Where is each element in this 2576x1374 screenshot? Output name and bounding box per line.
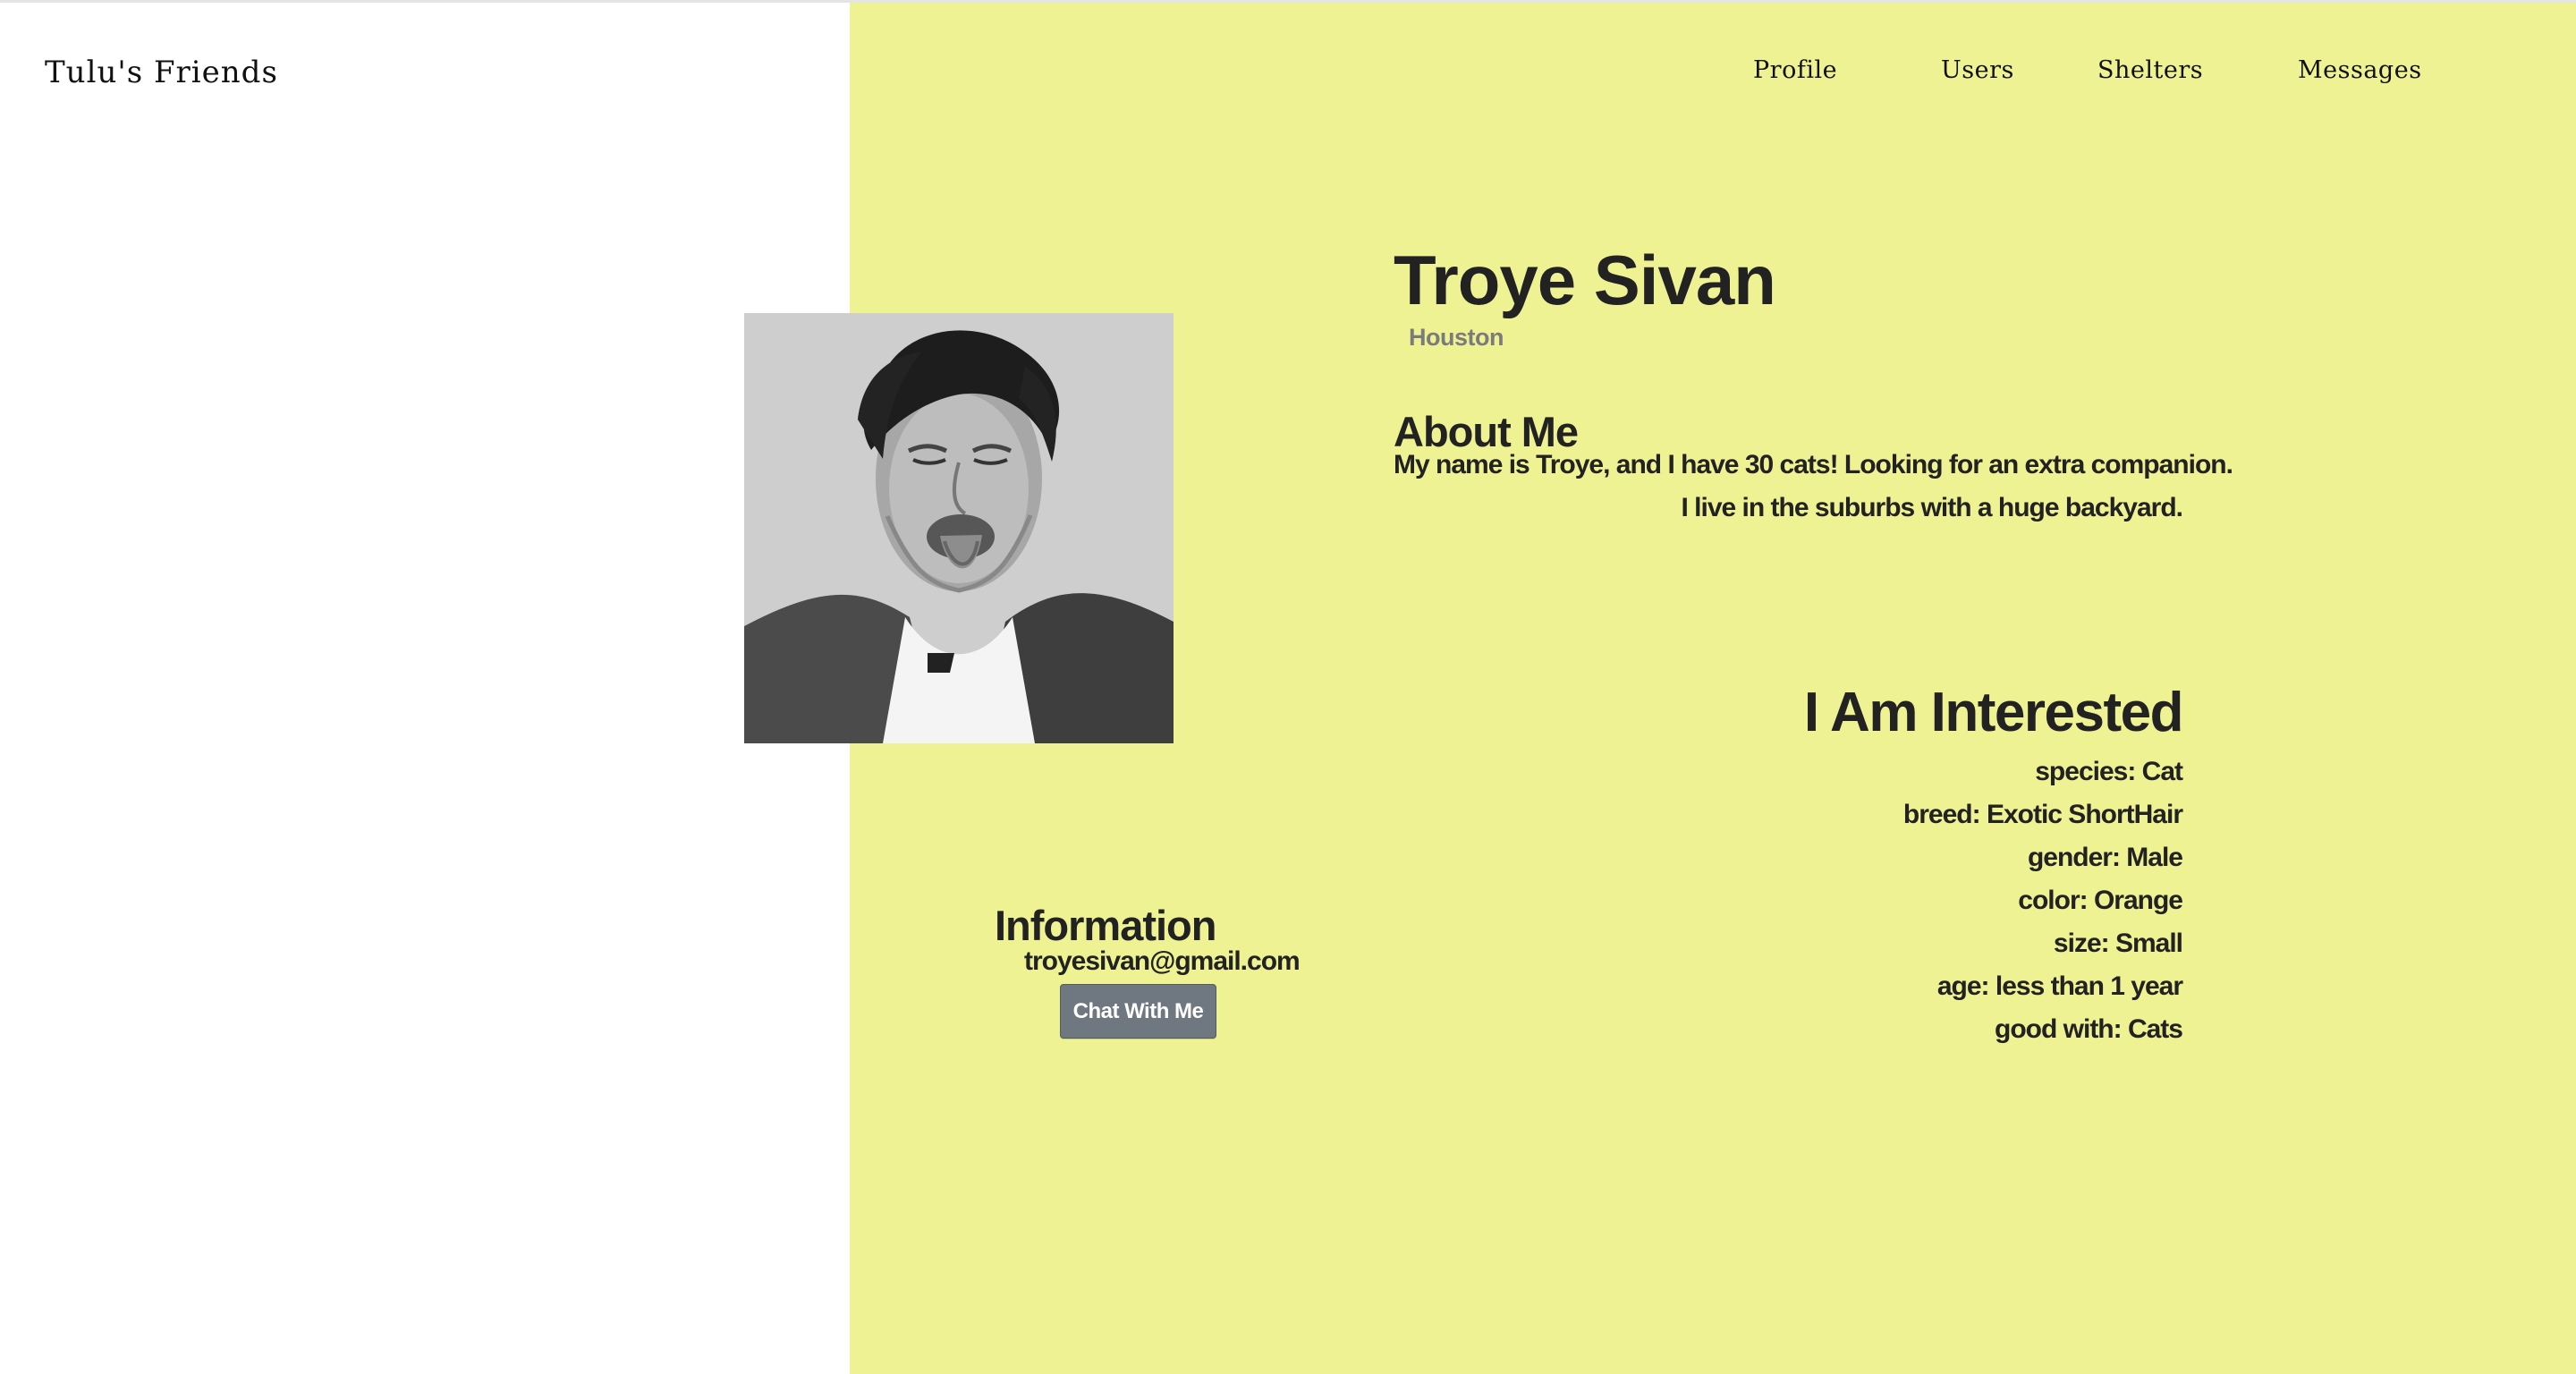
interest-item: gender: Male	[2027, 843, 2183, 872]
information-section: Information troyesivan@gmail.com Chat Wi…	[995, 902, 1335, 1039]
about-text-line: I live in the suburbs with a huge backya…	[1681, 493, 2183, 522]
top-navigation: Profile Users Shelters Messages	[1753, 56, 2433, 92]
information-title: Information	[995, 902, 1216, 949]
email-address: troyesivan@gmail.com	[1024, 946, 1301, 976]
interest-item: good with: Cats	[1995, 1014, 2183, 1044]
site-brand[interactable]: Tulu's Friends	[45, 55, 278, 90]
interests-title: I Am Interested	[1803, 682, 2184, 743]
interest-item: age: less than 1 year	[1936, 971, 2183, 1001]
profile-avatar	[744, 313, 1174, 743]
interest-item: color: Orange	[2018, 886, 2183, 915]
left-panel	[0, 3, 850, 1374]
profile-page: Tulu's Friends Profile Users Shelters Me…	[0, 0, 2576, 1374]
interest-item: breed: Exotic ShortHair	[1902, 800, 2183, 829]
nav-profile-link[interactable]: Profile	[1753, 56, 1837, 84]
profile-location: Houston	[1409, 324, 1504, 351]
about-title: About Me	[1394, 408, 1579, 455]
interest-item: species: Cat	[2035, 757, 2183, 786]
interests-section: I Am Interested species: Cat breed: Exot…	[1803, 682, 2184, 1051]
nav-users-link[interactable]: Users	[1941, 56, 2014, 84]
nav-messages-link[interactable]: Messages	[2298, 56, 2422, 84]
chat-with-me-button[interactable]: Chat With Me	[1060, 984, 1216, 1039]
about-text-line: My name is Troye, and I have 30 cats! Lo…	[1394, 450, 2233, 479]
avatar-image	[744, 313, 1174, 743]
profile-name: Troye Sivan	[1394, 241, 1776, 319]
nav-shelters-link[interactable]: Shelters	[2097, 56, 2203, 84]
interest-item: size: Small	[2053, 929, 2183, 958]
